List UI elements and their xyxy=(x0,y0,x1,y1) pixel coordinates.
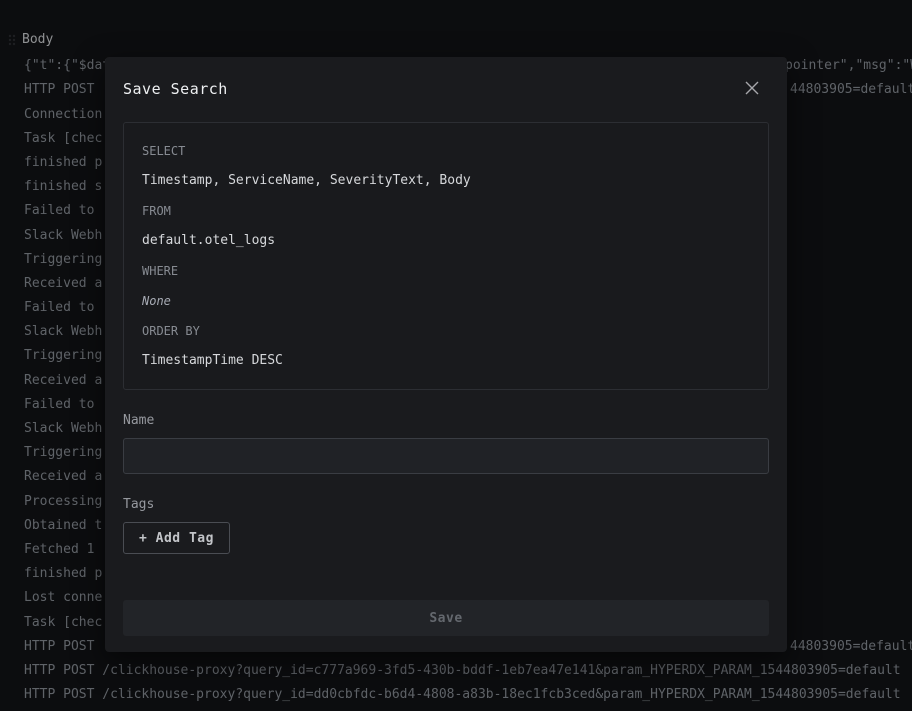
sql-keyword-label: WHERE xyxy=(142,256,750,286)
sql-value: None xyxy=(142,286,750,316)
sql-keyword-label: ORDER BY xyxy=(142,316,750,346)
save-button[interactable]: Save xyxy=(123,600,769,636)
app-root: Body {"t":{"$datpointer","msg":"WHTTP PO… xyxy=(0,0,912,711)
name-input[interactable] xyxy=(123,438,769,474)
tags-label: Tags xyxy=(123,496,769,514)
close-button[interactable] xyxy=(741,77,763,99)
modal-title: Save Search xyxy=(123,77,741,101)
save-search-modal: Save Search SELECTTimestamp, ServiceName… xyxy=(105,57,787,652)
sql-keyword-label: SELECT xyxy=(142,136,750,166)
sql-value: default.otel_logs xyxy=(142,226,750,256)
name-label: Name xyxy=(123,412,769,430)
sql-value: Timestamp, ServiceName, SeverityText, Bo… xyxy=(142,166,750,196)
modal-header: Save Search xyxy=(123,77,769,101)
sql-value: TimestampTime DESC xyxy=(142,346,750,376)
close-icon xyxy=(743,79,761,97)
sql-keyword-label: FROM xyxy=(142,196,750,226)
add-tag-button[interactable]: + Add Tag xyxy=(123,522,230,554)
query-preview-card: SELECTTimestamp, ServiceName, SeverityTe… xyxy=(123,122,769,390)
